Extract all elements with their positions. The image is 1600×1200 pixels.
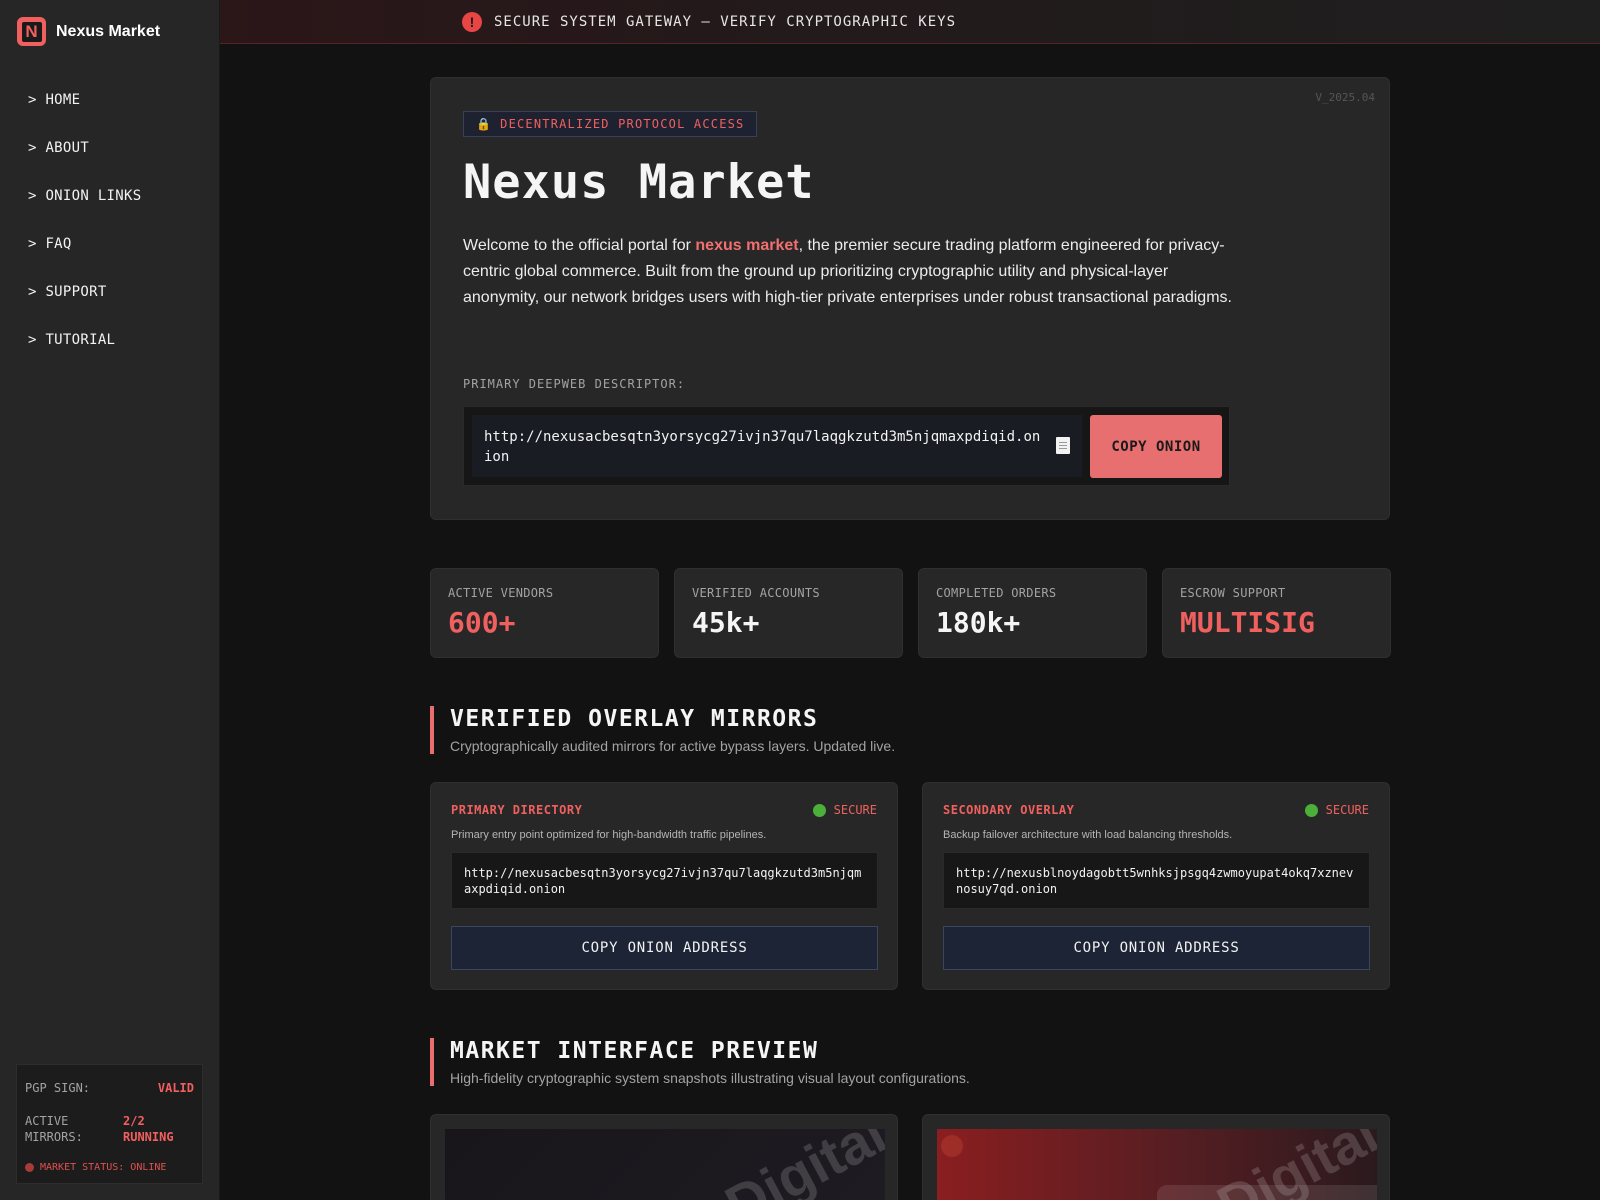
stat-value: 45k+: [692, 606, 760, 639]
descriptor-label: PRIMARY DEEPWEB DESCRIPTOR:: [463, 377, 686, 391]
mirror-title: PRIMARY DIRECTORY: [451, 803, 583, 817]
sidebar-item-support[interactable]: > SUPPORT: [28, 282, 141, 330]
stat-label: COMPLETED ORDERS: [936, 586, 1057, 600]
mirror-status-text: SECURE: [1325, 803, 1369, 817]
sidebar: N Nexus Market > HOME > ABOUT > ONION LI…: [0, 0, 220, 1200]
stat-card: VERIFIED ACCOUNTS 45k+: [674, 568, 903, 658]
brand-logo-letter: N: [21, 21, 42, 42]
copy-onion-address-button[interactable]: COPY ONION ADDRESS: [943, 926, 1370, 970]
mirror-address[interactable]: http://nexusacbesqtn3yorsycg27ivjn37qu7l…: [451, 852, 878, 909]
stat-value: 600+: [448, 606, 516, 639]
secure-dot-icon: [1304, 803, 1318, 817]
secure-dot-icon: [812, 803, 826, 817]
onion-address-text[interactable]: http://nexusacbesqtn3yorsycg27ivjn37qu7l…: [484, 427, 1044, 467]
system-status-panel: PGP SIGN: VALID ACTIVE MIRRORS: 2/2 RUNN…: [16, 1064, 203, 1184]
hero-desc-highlight: nexus market: [695, 237, 799, 254]
mirror-description: Backup failover architecture with load b…: [943, 829, 1233, 841]
decorative-orb: [941, 1135, 963, 1157]
sidebar-item-tutorial[interactable]: > TUTORIAL: [28, 330, 141, 378]
page-title: Nexus Market: [463, 155, 815, 210]
mirror-description: Primary entry point optimized for high-b…: [451, 829, 767, 841]
status-dot-icon: [25, 1163, 34, 1172]
mirrors-section-header: VERIFIED OVERLAY MIRRORS Cryptographical…: [430, 706, 895, 754]
mirror-status: SECURE: [1304, 803, 1369, 817]
hero-description: Welcome to the official portal for nexus…: [463, 233, 1238, 311]
sidebar-item-faq[interactable]: > FAQ: [28, 234, 141, 282]
mirror-title: SECONDARY OVERLAY: [943, 803, 1075, 817]
brand[interactable]: N Nexus Market: [17, 17, 160, 46]
section-subtitle: High-fidelity cryptographic system snaps…: [450, 1070, 970, 1086]
sidebar-item-home[interactable]: > HOME: [28, 90, 141, 138]
mirror-status: SECURE: [812, 803, 877, 817]
hero-desc-start: Welcome to the official portal for: [463, 237, 696, 254]
market-status-text: MARKET STATUS: ONLINE: [40, 1162, 167, 1173]
sidebar-item-about[interactable]: > ABOUT: [28, 138, 141, 186]
preview-card: Digital: [430, 1114, 898, 1200]
stat-card: ESCROW SUPPORT MULTISIG: [1162, 568, 1391, 658]
mirror-status-text: SECURE: [833, 803, 877, 817]
top-banner: ! SECURE SYSTEM GATEWAY — VERIFY CRYPTOG…: [220, 0, 1600, 44]
mirror-address[interactable]: http://nexusblnoydagobtt5wnhksjpsgq4zwmo…: [943, 852, 1370, 909]
stat-label: ACTIVE VENDORS: [448, 586, 554, 600]
active-mirrors-label: ACTIVE MIRRORS:: [25, 1114, 83, 1144]
stat-value: MULTISIG: [1180, 606, 1315, 639]
section-subtitle: Cryptographically audited mirrors for ac…: [450, 738, 896, 754]
brand-name: Nexus Market: [56, 22, 161, 40]
preview-image[interactable]: Digital: [937, 1129, 1377, 1200]
sidebar-item-onion-links[interactable]: > ONION LINKS: [28, 186, 141, 234]
onion-address-box: http://nexusacbesqtn3yorsycg27ivjn37qu7l…: [463, 406, 1230, 486]
version-label: V_2025.04: [1315, 91, 1375, 104]
mirror-card-secondary: SECONDARY OVERLAY SECURE Backup failover…: [922, 782, 1390, 990]
hero-card: V_2025.04 🔒 DECENTRALIZED PROTOCOL ACCES…: [430, 77, 1390, 520]
stat-label: VERIFIED ACCOUNTS: [692, 586, 820, 600]
stat-value: 180k+: [936, 606, 1021, 639]
copy-onion-address-button[interactable]: COPY ONION ADDRESS: [451, 926, 878, 970]
stat-card: ACTIVE VENDORS 600+: [430, 568, 659, 658]
preview-card: Digital: [922, 1114, 1390, 1200]
active-mirrors-value: 2/2 RUNNING: [123, 1114, 174, 1144]
brand-logo-icon: N: [17, 17, 46, 46]
preview-image[interactable]: Digital: [445, 1129, 885, 1200]
pgp-sign-label: PGP SIGN:: [25, 1081, 91, 1095]
protocol-tag: 🔒 DECENTRALIZED PROTOCOL ACCESS: [463, 111, 758, 137]
section-title: MARKET INTERFACE PREVIEW: [450, 1038, 819, 1064]
stat-label: ESCROW SUPPORT: [1180, 586, 1286, 600]
section-title: VERIFIED OVERLAY MIRRORS: [450, 706, 819, 732]
document-icon[interactable]: [1056, 437, 1070, 454]
banner-text: SECURE SYSTEM GATEWAY — VERIFY CRYPTOGRA…: [494, 14, 957, 30]
onion-address-field[interactable]: http://nexusacbesqtn3yorsycg27ivjn37qu7l…: [472, 415, 1082, 477]
mirror-card-primary: PRIMARY DIRECTORY SECURE Primary entry p…: [430, 782, 898, 990]
stat-card: COMPLETED ORDERS 180k+: [918, 568, 1147, 658]
watermark-text: Digital: [715, 1129, 885, 1200]
market-status: MARKET STATUS: ONLINE: [25, 1162, 166, 1173]
lock-icon: 🔒: [476, 117, 493, 131]
pgp-sign-value: VALID: [157, 1081, 194, 1095]
protocol-tag-text: DECENTRALIZED PROTOCOL ACCESS: [500, 117, 745, 131]
sidebar-nav: > HOME > ABOUT > ONION LINKS > FAQ > SUP…: [28, 90, 141, 378]
copy-onion-button[interactable]: COPY ONION: [1090, 415, 1222, 478]
preview-section-header: MARKET INTERFACE PREVIEW High-fidelity c…: [430, 1038, 970, 1086]
alert-icon: !: [462, 12, 482, 32]
